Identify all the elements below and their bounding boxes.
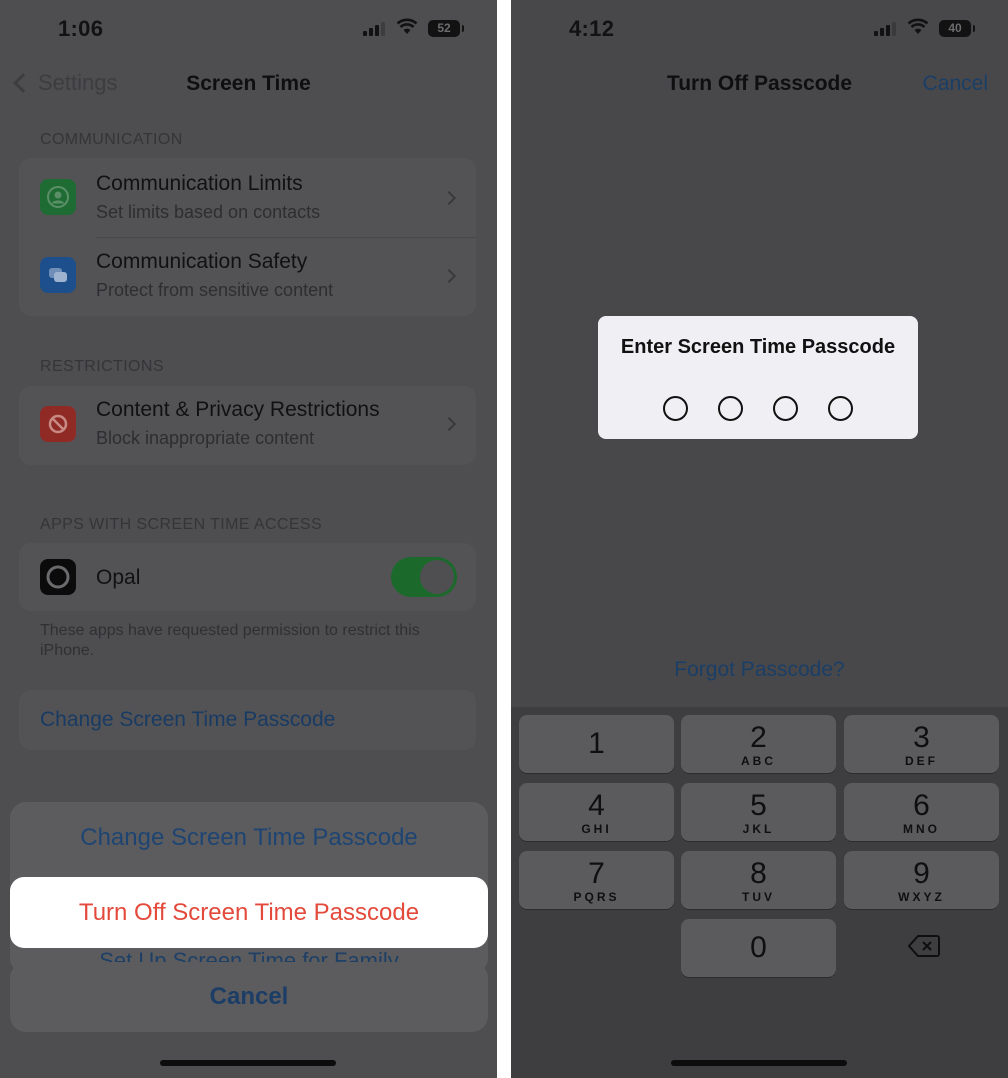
battery-icon: 40 <box>939 20 975 37</box>
status-time: 4:12 <box>569 16 615 41</box>
chevron-right-icon <box>441 268 457 284</box>
key-number: 5 <box>750 789 767 822</box>
forgot-passcode-link[interactable]: Forgot Passcode? <box>511 658 1008 682</box>
status-time: 1:06 <box>58 16 104 41</box>
row-subtitle: Block inappropriate content <box>96 428 315 448</box>
passcode-dot <box>718 396 743 421</box>
wifi-icon <box>907 18 929 34</box>
restrictions-group: Content & Privacy Restrictions Block ina… <box>19 386 476 465</box>
cellular-signal-icon <box>363 22 385 36</box>
key-5[interactable]: 5 JKL <box>681 783 836 841</box>
cellular-signal-icon <box>874 22 896 36</box>
key-9[interactable]: 9 WXYZ <box>844 851 999 909</box>
passcode-dot <box>663 396 688 421</box>
opal-toggle[interactable] <box>391 557 457 597</box>
opal-row: Opal <box>19 543 476 611</box>
restriction-icon <box>40 406 76 442</box>
passcode-dot <box>773 396 798 421</box>
key-8[interactable]: 8 TUV <box>681 851 836 909</box>
sheet-cancel-button[interactable]: Cancel <box>10 962 488 1032</box>
apps-group: Opal <box>19 543 476 611</box>
left-phone-screen: 1:06 52 Settings Screen Time COMMUNICATI… <box>0 0 497 1078</box>
communication-safety-icon <box>40 257 76 293</box>
row-title: Communication Limits <box>96 172 303 195</box>
page-title: Screen Time <box>186 72 311 95</box>
passcode-dialog: Enter Screen Time Passcode <box>598 316 918 439</box>
passcode-prompt: Enter Screen Time Passcode <box>620 336 896 358</box>
key-letters: MNO <box>903 822 940 836</box>
home-indicator[interactable] <box>160 1060 336 1066</box>
key-number: 8 <box>750 857 767 890</box>
communication-group: Communication Limits Set limits based on… <box>19 158 476 316</box>
key-number: 6 <box>913 789 930 822</box>
row-title: Opal <box>96 566 141 589</box>
key-number: 1 <box>588 727 605 760</box>
chevron-right-icon <box>441 416 457 432</box>
key-letters: ABC <box>741 754 776 768</box>
key-number: 2 <box>750 721 767 754</box>
change-passcode-link[interactable]: Change Screen Time Passcode <box>40 708 335 732</box>
key-3[interactable]: 3 DEF <box>844 715 999 773</box>
wifi-icon <box>396 18 418 34</box>
key-number: 4 <box>588 789 605 822</box>
communication-limits-row[interactable]: Communication Limits Set limits based on… <box>19 158 476 237</box>
key-1[interactable]: 1 <box>519 715 674 773</box>
apps-footnote: These apps have requested permission to … <box>40 622 420 659</box>
nav-cancel-button[interactable]: Cancel <box>923 72 988 96</box>
row-title: Content & Privacy Restrictions <box>96 398 380 421</box>
communication-safety-row[interactable]: Communication Safety Protect from sensit… <box>19 237 476 316</box>
key-letters: JKL <box>742 822 775 836</box>
key-letters: DEF <box>905 754 938 768</box>
key-4[interactable]: 4 GHI <box>519 783 674 841</box>
sheet-cancel-label: Cancel <box>209 983 289 1010</box>
key-2[interactable]: 2 ABC <box>681 715 836 773</box>
key-letters: GHI <box>581 822 612 836</box>
key-7[interactable]: 7 PQRS <box>519 851 674 909</box>
chevron-right-icon <box>441 190 457 206</box>
opal-app-icon <box>40 559 76 595</box>
passcode-dot <box>828 396 853 421</box>
turn-off-passcode-button[interactable]: Turn Off Screen Time Passcode <box>10 877 488 948</box>
screen-divider <box>497 0 511 1078</box>
section-header-communication: COMMUNICATION <box>40 131 183 148</box>
key-letters: TUV <box>742 890 775 904</box>
key-number: 0 <box>750 931 767 964</box>
key-letters: WXYZ <box>898 890 945 904</box>
row-title: Communication Safety <box>96 250 308 273</box>
key-number: 3 <box>913 721 930 754</box>
key-number: 9 <box>913 857 930 890</box>
toggle-knob <box>420 560 454 594</box>
battery-level: 52 <box>437 21 451 35</box>
communication-limits-icon <box>40 179 76 215</box>
home-indicator[interactable] <box>671 1060 847 1066</box>
turn-off-passcode-label: Turn Off Screen Time Passcode <box>78 898 420 926</box>
section-header-restrictions: RESTRICTIONS <box>40 358 164 375</box>
battery-level: 40 <box>948 21 962 35</box>
key-letters: PQRS <box>573 890 620 904</box>
key-0[interactable]: 0 <box>681 919 836 977</box>
delete-backspace-icon[interactable] <box>908 934 940 958</box>
right-phone-screen: 4:12 40 Turn Off Passcode Cancel Enter S… <box>511 0 1008 1078</box>
row-subtitle: Set limits based on contacts <box>96 202 321 222</box>
status-bar: 4:12 40 <box>511 0 1008 60</box>
battery-icon: 52 <box>428 20 464 37</box>
key-6[interactable]: 6 MNO <box>844 783 999 841</box>
content-privacy-row[interactable]: Content & Privacy Restrictions Block ina… <box>19 386 476 465</box>
passcode-dots <box>598 396 918 421</box>
section-header-apps: APPS WITH SCREEN TIME ACCESS <box>40 516 323 533</box>
row-subtitle: Protect from sensitive content <box>96 280 334 300</box>
status-bar: 1:06 52 <box>0 0 497 60</box>
key-number: 7 <box>588 857 605 890</box>
sheet-change-passcode-button[interactable]: Change Screen Time Passcode <box>10 824 488 852</box>
